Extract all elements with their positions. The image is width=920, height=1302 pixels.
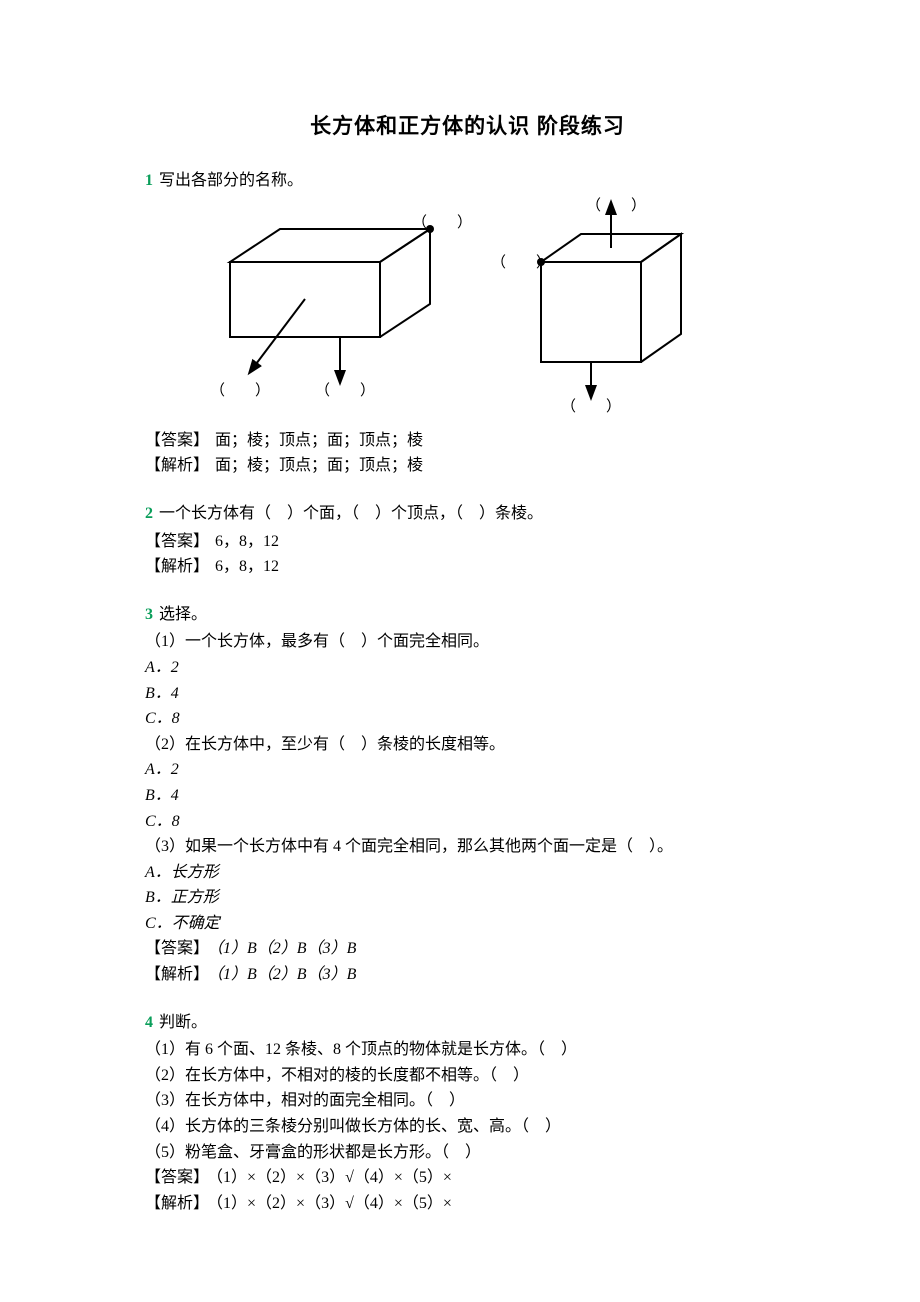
q3-opt-c2: C．8 <box>145 809 790 835</box>
q1-explanation: 【解析】面；棱；顶点；面；顶点；棱 <box>145 453 790 479</box>
question-2: 2 一个长方体有（ ）个面，（ ）个顶点，（ ）条棱。 【答案】 6，8，12 【解… <box>145 501 790 580</box>
page-title: 长方体和正方体的认识 阶段练习 <box>145 110 790 144</box>
q4-answer-text: （1）×（2）×（3）√（4）×（5）× <box>215 1169 452 1186</box>
q3-opt-a2: A．2 <box>145 757 790 783</box>
q3-prompt-line: 3 选择。 <box>145 602 790 628</box>
q3-opt-b1: B．4 <box>145 681 790 707</box>
q2-expl-text: 6，8，12 <box>215 558 279 575</box>
q4-answer: 【答案】 （1）×（2）×（3）√（4）×（5）× <box>145 1165 790 1191</box>
q3-opts3: A．长方形 B．正方形 C．不确定 <box>145 860 790 937</box>
q3-opts2: A．2 B．4 C．8 <box>145 757 790 834</box>
question-1: 1 写出各部分的名称。 <box>145 168 790 479</box>
answer-label: 【答案】 <box>145 432 209 449</box>
answer-label: 【答案】 <box>145 1169 209 1186</box>
q3-opt-a1: A．2 <box>145 655 790 681</box>
q4-part2: （2）在长方体中，不相对的棱的长度都不相等。（ ） <box>145 1063 790 1089</box>
q3-opt-b3: B．正方形 <box>145 885 790 911</box>
blank-top-face: （ ） <box>586 197 646 214</box>
blank-vertex: （ ） <box>412 214 465 231</box>
q2-explanation: 【解析】 6，8，12 <box>145 554 790 580</box>
explanation-label: 【解析】 <box>145 966 209 983</box>
q1-number: 1 <box>145 172 153 189</box>
blank-edge: （ ） <box>315 382 375 397</box>
q1-figures: （ ） （ ） （ ） <box>175 197 790 426</box>
q3-explanation: 【解析】 （1）B（2）B（3）B <box>145 962 790 988</box>
q3-part2: （2）在长方体中，至少有（ ）条棱的长度相等。 <box>145 732 790 758</box>
cube-figure: （ ） （ ） （ ） <box>491 197 721 426</box>
q3-part1: （1）一个长方体，最多有（ ）个面完全相同。 <box>145 629 790 655</box>
q3-prompt: 选择。 <box>159 606 207 623</box>
explanation-label: 【解析】 <box>145 558 209 575</box>
cube-svg: （ ） （ ） （ ） <box>491 197 721 417</box>
q4-number: 4 <box>145 1014 153 1031</box>
q3-opt-b2: B．4 <box>145 783 790 809</box>
q4-part3: （3）在长方体中，相对的面完全相同。（ ） <box>145 1088 790 1114</box>
answer-label: 【答案】 <box>145 940 209 957</box>
q3-opt-c1: C．8 <box>145 706 790 732</box>
q4-explanation: 【解析】 （1）×（2）×（3）√（4）×（5）× <box>145 1191 790 1217</box>
blank-face: （ ） <box>210 382 270 397</box>
q3-part3: （3）如果一个长方体中有 4 个面完全相同，那么其他两个面一定是（ ）。 <box>145 834 790 860</box>
page: 长方体和正方体的认识 阶段练习 1 写出各部分的名称。 <box>0 0 920 1302</box>
q3-answer-text: （1）B（2）B（3）B <box>215 940 356 957</box>
q2-number: 2 <box>145 505 153 522</box>
q3-answer: 【答案】 （1）B（2）B（3）B <box>145 936 790 962</box>
q4-expl-text: （1）×（2）×（3）√（4）×（5）× <box>215 1195 452 1212</box>
q1-answer: 【答案】面；棱；顶点；面；顶点；棱 <box>145 428 790 454</box>
blank-cube-vertex: （ ） <box>491 254 551 271</box>
q3-opts1: A．2 B．4 C．8 <box>145 655 790 732</box>
q3-opt-c3: C．不确定 <box>145 911 790 937</box>
q4-prompt-line: 4 判断。 <box>145 1010 790 1036</box>
blank-cube-edge: （ ） <box>561 398 621 415</box>
question-4: 4 判断。 （1）有 6 个面、12 条棱、8 个顶点的物体就是长方体。（ ） （… <box>145 1010 790 1217</box>
q4-part1: （1）有 6 个面、12 条棱、8 个顶点的物体就是长方体。（ ） <box>145 1037 790 1063</box>
q1-prompt: 写出各部分的名称。 <box>159 172 303 189</box>
answer-label: 【答案】 <box>145 533 209 550</box>
question-3: 3选择。 （1）一个长方体，最多有（ ）个面完全相同。 A．2 B．4 C．8 … <box>145 602 790 988</box>
q2-answer-text: 6，8，12 <box>215 533 279 550</box>
cuboid-figure: （ ） （ ） （ ） <box>175 197 465 406</box>
q1-expl-text: 面；棱；顶点；面；顶点；棱 <box>215 457 423 474</box>
q4-prompt: 判断。 <box>159 1014 207 1031</box>
q4-part5: （5）粉笔盒、牙膏盒的形状都是长方形。（ ） <box>145 1140 790 1166</box>
q2-prompt-line: 2 一个长方体有（ ）个面，（ ）个顶点，（ ）条棱。 <box>145 501 790 527</box>
q3-expl-text: （1）B（2）B（3）B <box>215 966 356 983</box>
q2-prompt: 一个长方体有（ ）个面，（ ）个顶点，（ ）条棱。 <box>159 505 543 522</box>
explanation-label: 【解析】 <box>145 457 209 474</box>
explanation-label: 【解析】 <box>145 1195 209 1212</box>
q4-part4: （4）长方体的三条棱分别叫做长方体的长、宽、高。（ ） <box>145 1114 790 1140</box>
q1-answer-text: 面；棱；顶点；面；顶点；棱 <box>215 432 423 449</box>
cuboid-svg: （ ） （ ） （ ） <box>175 197 465 397</box>
q1-prompt-line: 1 写出各部分的名称。 <box>145 168 790 194</box>
q2-answer: 【答案】 6，8，12 <box>145 529 790 555</box>
q3-opt-a3: A．长方形 <box>145 860 790 886</box>
q3-number: 3 <box>145 606 153 623</box>
